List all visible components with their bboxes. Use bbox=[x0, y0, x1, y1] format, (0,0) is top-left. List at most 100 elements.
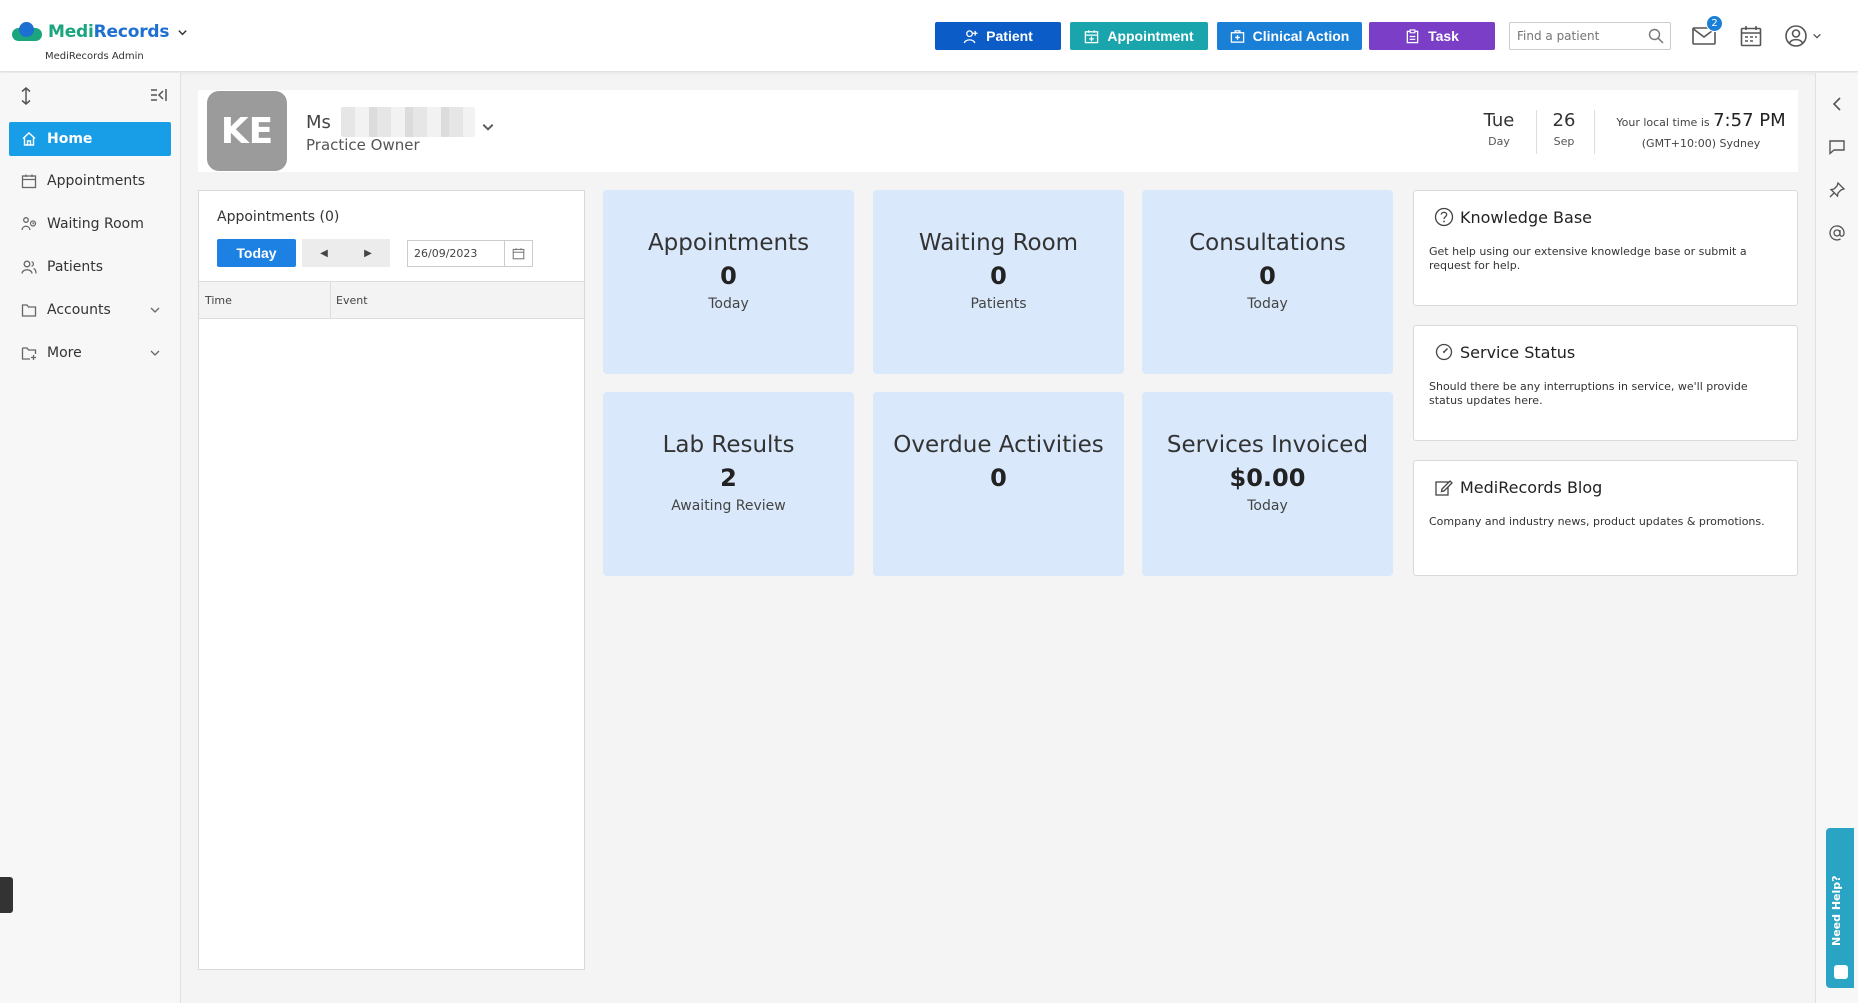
sidebar-item-label: Patients bbox=[47, 259, 104, 275]
stat-tile-consultations[interactable]: Consultations 0 Today bbox=[1142, 190, 1393, 374]
clinical-action-button[interactable]: Clinical Action bbox=[1217, 22, 1362, 50]
day-display: Tue Day bbox=[1471, 110, 1527, 148]
chevron-down-icon bbox=[150, 350, 160, 356]
redacted-name bbox=[340, 107, 475, 137]
at-sign-icon[interactable] bbox=[1828, 224, 1846, 242]
chevron-down-icon[interactable] bbox=[177, 27, 188, 38]
patient-search bbox=[1509, 22, 1671, 50]
app-logo[interactable]: MediRecords bbox=[10, 22, 188, 42]
today-button[interactable]: Today bbox=[217, 239, 296, 267]
stat-title: Appointments bbox=[647, 230, 810, 256]
stat-subtitle: Patients bbox=[970, 296, 1027, 312]
user-profile-header: KE Ms Practice Owner Tue Day 26 Sep Your… bbox=[198, 90, 1798, 172]
card-title-text: MediRecords Blog bbox=[1460, 477, 1603, 497]
calendar-icon bbox=[21, 174, 37, 189]
sidebar: Home Appointments Waiting Room Patients … bbox=[0, 73, 181, 1003]
user-salutation: Ms bbox=[306, 111, 331, 133]
stat-value: $0.00 bbox=[1229, 464, 1306, 492]
left-dock-handle[interactable] bbox=[0, 877, 13, 913]
previous-day-button[interactable]: ◀ bbox=[302, 239, 346, 267]
stat-subtitle: Awaiting Review bbox=[671, 498, 786, 514]
chevron-down-icon bbox=[150, 307, 160, 313]
local-time-value: 7:57 PM bbox=[1713, 110, 1786, 131]
calendar-picker-button[interactable] bbox=[504, 241, 532, 266]
folder-icon bbox=[21, 304, 37, 317]
appointments-table-header: Time Event bbox=[199, 281, 584, 319]
search-icon[interactable] bbox=[1648, 28, 1664, 44]
stat-tile-overdue-activities[interactable]: Overdue Activities 0 bbox=[873, 392, 1124, 576]
add-appointment-button[interactable]: Appointment bbox=[1070, 22, 1208, 50]
chat-bubble-icon bbox=[1834, 965, 1848, 979]
edit-icon bbox=[1435, 480, 1453, 496]
chevron-left-icon[interactable] bbox=[1828, 95, 1846, 113]
date-picker bbox=[407, 240, 533, 267]
user-circle-icon bbox=[1785, 25, 1807, 47]
stat-title: Lab Results bbox=[662, 432, 795, 458]
divider bbox=[1594, 110, 1595, 154]
sidebar-item-waiting-room[interactable]: Waiting Room bbox=[9, 207, 171, 241]
stat-title: Waiting Room bbox=[918, 230, 1079, 256]
mail-count-badge: 2 bbox=[1706, 15, 1723, 32]
calendar-icon bbox=[512, 248, 525, 260]
expand-vertical-icon[interactable] bbox=[18, 87, 34, 105]
appointments-panel: Appointments (0) Today ◀ ▶ Time Event bbox=[198, 190, 585, 970]
card-description: Company and industry news, product updat… bbox=[1429, 515, 1765, 528]
need-help-tab[interactable]: Need Help? bbox=[1826, 828, 1854, 988]
sidebar-item-label: Home bbox=[47, 131, 93, 147]
stat-title: Overdue Activities bbox=[893, 432, 1104, 458]
sidebar-item-label: Appointments bbox=[47, 173, 146, 189]
stat-value: 2 bbox=[720, 464, 737, 492]
day-value: Tue bbox=[1483, 110, 1515, 131]
sidebar-item-more[interactable]: More bbox=[9, 336, 171, 370]
app-subtitle: MediRecords Admin bbox=[45, 51, 144, 62]
collapse-sidebar-icon[interactable] bbox=[150, 87, 168, 103]
medical-case-icon bbox=[1230, 29, 1244, 43]
date-input[interactable] bbox=[408, 241, 503, 266]
user-plus-icon bbox=[963, 29, 978, 43]
chevron-down-icon bbox=[1813, 33, 1821, 39]
user-menu-button[interactable] bbox=[1783, 22, 1823, 50]
blog-card[interactable]: MediRecords Blog Company and industry ne… bbox=[1413, 460, 1798, 576]
add-task-button[interactable]: Task bbox=[1369, 22, 1495, 50]
column-header-time: Time bbox=[205, 294, 232, 307]
stat-tile-services-invoiced[interactable]: Services Invoiced $0.00 Today bbox=[1142, 392, 1393, 576]
folder-plus-icon bbox=[21, 347, 37, 360]
sidebar-item-label: Waiting Room bbox=[47, 216, 144, 232]
local-time-prefix: Your local time is bbox=[1616, 116, 1710, 129]
stat-tile-lab-results[interactable]: Lab Results 2 Awaiting Review bbox=[603, 392, 854, 576]
card-description: Get help using our extensive knowledge b… bbox=[1429, 245, 1747, 272]
help-icon bbox=[1434, 207, 1454, 227]
sidebar-item-patients[interactable]: Patients bbox=[9, 250, 171, 284]
stat-tile-appointments[interactable]: Appointments 0 Today bbox=[603, 190, 854, 374]
clipboard-icon bbox=[1406, 28, 1419, 43]
users-icon bbox=[21, 260, 37, 274]
card-title: MediRecords Blog bbox=[1434, 477, 1602, 497]
add-task-label: Task bbox=[1428, 28, 1459, 44]
next-day-button[interactable]: ▶ bbox=[346, 239, 390, 267]
service-status-card[interactable]: Service Status Should there be any inter… bbox=[1413, 325, 1798, 441]
pin-icon[interactable] bbox=[1828, 181, 1846, 199]
appointments-panel-title: Appointments (0) bbox=[217, 209, 340, 225]
divider bbox=[1536, 110, 1537, 154]
top-bar: MediRecords MediRecords Admin Patient Ap… bbox=[0, 0, 1858, 72]
stat-tile-waiting-room[interactable]: Waiting Room 0 Patients bbox=[873, 190, 1124, 374]
home-icon bbox=[22, 132, 36, 146]
sidebar-item-appointments[interactable]: Appointments bbox=[9, 164, 171, 198]
caret-right-icon: ▶ bbox=[364, 247, 372, 259]
knowledge-base-card[interactable]: Knowledge Base Get help using our extens… bbox=[1413, 190, 1798, 306]
avatar: KE bbox=[207, 91, 287, 171]
chat-icon[interactable] bbox=[1828, 138, 1846, 156]
user-role: Practice Owner bbox=[306, 136, 420, 154]
sidebar-item-accounts[interactable]: Accounts bbox=[9, 293, 171, 327]
add-appointment-label: Appointment bbox=[1107, 28, 1194, 44]
stat-value: 0 bbox=[720, 262, 737, 290]
sidebar-item-home[interactable]: Home bbox=[9, 122, 171, 156]
sidebar-item-label: More bbox=[47, 345, 82, 361]
chevron-down-icon[interactable] bbox=[481, 120, 495, 134]
calendar-button[interactable] bbox=[1737, 22, 1765, 50]
add-patient-button[interactable]: Patient bbox=[935, 22, 1061, 50]
patient-search-input[interactable] bbox=[1510, 23, 1640, 49]
stat-subtitle: Today bbox=[1247, 296, 1288, 312]
card-title: Knowledge Base bbox=[1434, 207, 1592, 227]
need-help-label: Need Help? bbox=[1830, 875, 1843, 946]
